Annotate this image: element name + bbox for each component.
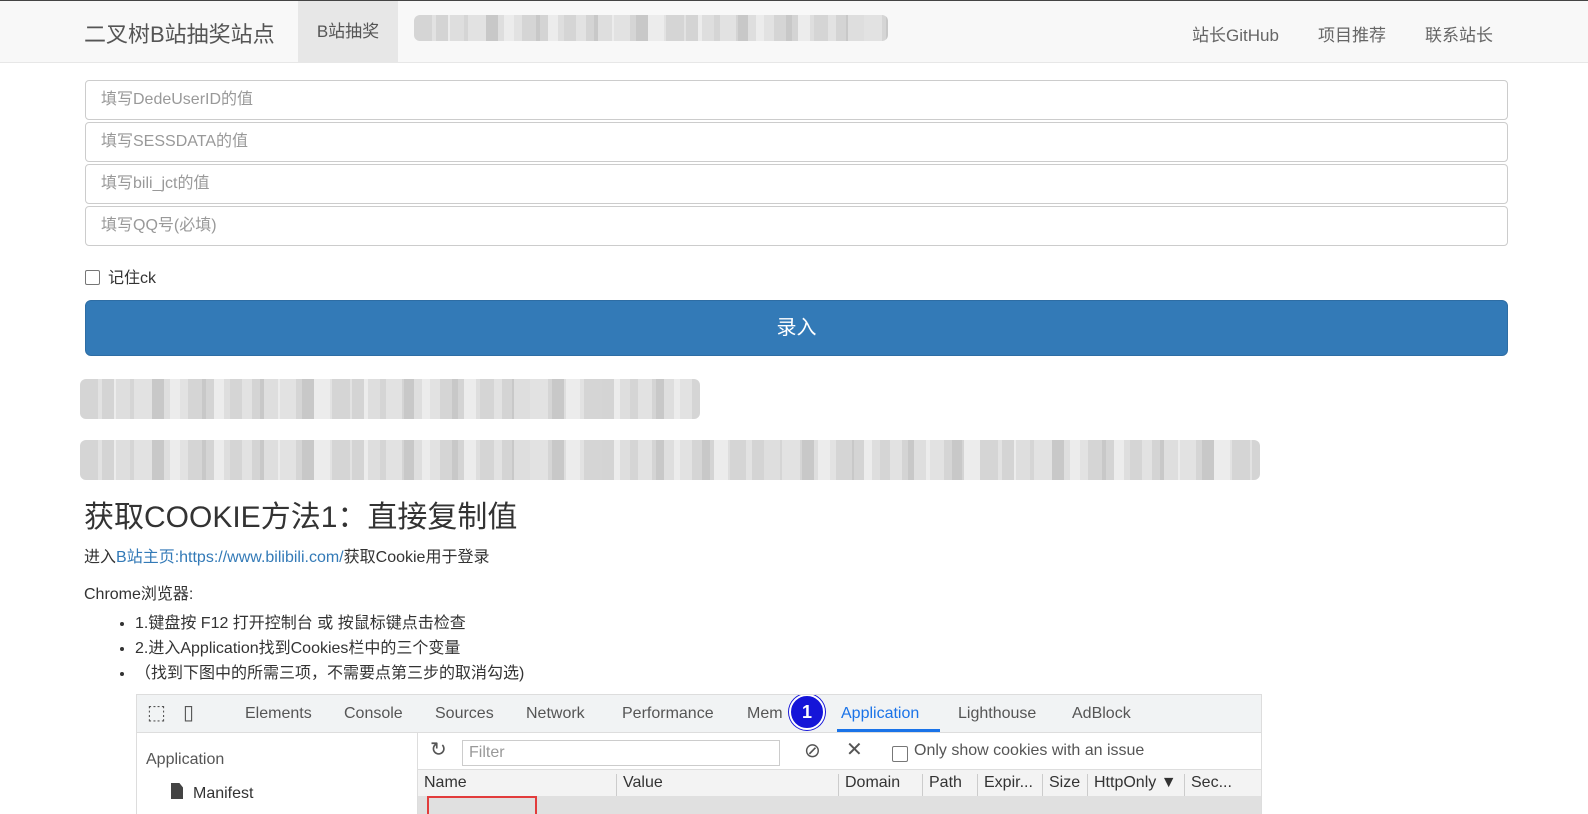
column-secure: Sec... [1184, 774, 1232, 796]
devtools-tab-console: Console [344, 705, 403, 722]
column-expires: Expir... [977, 774, 1033, 796]
sidebar-title-application: Application [146, 751, 225, 768]
column-size: Size [1042, 774, 1080, 796]
intro-suffix: 获取Cookie用于登录 [343, 549, 490, 566]
delete-selected-icon: ✕ [846, 739, 863, 761]
cookie-table-header: Name Value Domain Path Expir... Size Htt… [418, 770, 1261, 797]
only-issue-checkbox [892, 746, 908, 762]
blurred-notice-line-2 [80, 440, 1260, 480]
intro-text: 进入B站主页:https://www.bilibili.com/获取Cookie… [84, 543, 489, 567]
site-brand[interactable]: 二叉树B站抽奖站点 [84, 17, 275, 49]
bilibili-home-link[interactable]: B站主页:https://www.bilibili.com/ [116, 549, 344, 566]
step-badge-1: 1 [789, 695, 825, 730]
submit-button[interactable]: 录入 [85, 300, 1508, 356]
devtools-tab-lighthouse: Lighthouse [958, 705, 1037, 722]
devtools-tab-network: Network [526, 705, 585, 722]
refresh-icon: ↻ [430, 739, 447, 761]
devtools-tab-elements: Elements [245, 705, 312, 722]
nav-link-projects[interactable]: 项目推荐 [1318, 21, 1386, 46]
devtools-screenshot: ⬚ ▯ Elements Console Sources Network Per… [136, 694, 1262, 814]
clear-all-icon: ⊘ [804, 740, 821, 762]
column-httponly: HttpOnly ▼ [1087, 774, 1177, 796]
cookie-filter-input: Filter [462, 740, 780, 766]
browser-label: Chrome浏览器: [84, 586, 194, 603]
navbar: 二叉树B站抽奖站点 B站抽奖 站长GitHub 项目推荐 联系站长 [0, 0, 1588, 63]
inspect-cursor-icon: ⬚ [147, 702, 166, 724]
device-toggle-icon: ▯ [183, 702, 195, 724]
intro-prefix: 进入 [84, 549, 117, 566]
nav-link-contact[interactable]: 联系站长 [1425, 21, 1493, 46]
column-path: Path [922, 774, 962, 796]
list-item: （找到下图中的所需三项，不需要点第三步的取消勾选) [135, 661, 524, 686]
devtools-cookie-toolbar: ↻ Filter ⊘ ✕ Only show cookies with an i… [418, 733, 1261, 770]
nav-tab-bilibili-lottery[interactable]: B站抽奖 [298, 1, 398, 63]
devtools-tab-performance: Performance [622, 705, 714, 722]
qq-input[interactable] [85, 206, 1508, 246]
bili-jct-input[interactable] [85, 164, 1508, 204]
active-tab-underline [837, 729, 940, 732]
dedeuserid-input[interactable] [85, 80, 1508, 120]
devtools-tab-memory: Mem [747, 705, 783, 722]
list-item: 2.进入Application找到Cookies栏中的三个变量 [135, 636, 524, 661]
only-issue-label: Only show cookies with an issue [914, 742, 1145, 759]
column-domain: Domain [838, 774, 900, 796]
sidebar-item-manifest: Manifest [193, 785, 254, 802]
devtools-tab-adblock: AdBlock [1072, 705, 1131, 722]
remember-label: 记住ck [108, 270, 157, 287]
devtools-tab-sources: Sources [435, 705, 494, 722]
table-row [418, 796, 1261, 814]
remember-checkbox[interactable] [85, 270, 100, 286]
list-item: 1.键盘按 F12 打开控制台 或 按鼠标键点击检查 [135, 611, 524, 636]
nav-link-github[interactable]: 站长GitHub [1192, 21, 1279, 46]
blurred-nav-links [414, 15, 888, 41]
column-value: Value [616, 774, 663, 796]
blurred-notice-line-1 [80, 379, 700, 419]
steps-list: 1.键盘按 F12 打开控制台 或 按鼠标键点击检查 2.进入Applicati… [100, 611, 524, 686]
devtools-tab-application: Application [841, 705, 920, 722]
column-name: Name [424, 774, 467, 791]
page-heading: 获取COOKIE方法1：直接复制值 [84, 501, 518, 534]
file-icon [171, 783, 183, 799]
devtools-tabbar: ⬚ ▯ Elements Console Sources Network Per… [137, 695, 1261, 733]
highlight-box [427, 796, 537, 814]
sessdata-input[interactable] [85, 122, 1508, 162]
devtools-sidebar: Application Manifest [137, 733, 418, 814]
remember-ck[interactable]: 记住ck [85, 264, 156, 288]
